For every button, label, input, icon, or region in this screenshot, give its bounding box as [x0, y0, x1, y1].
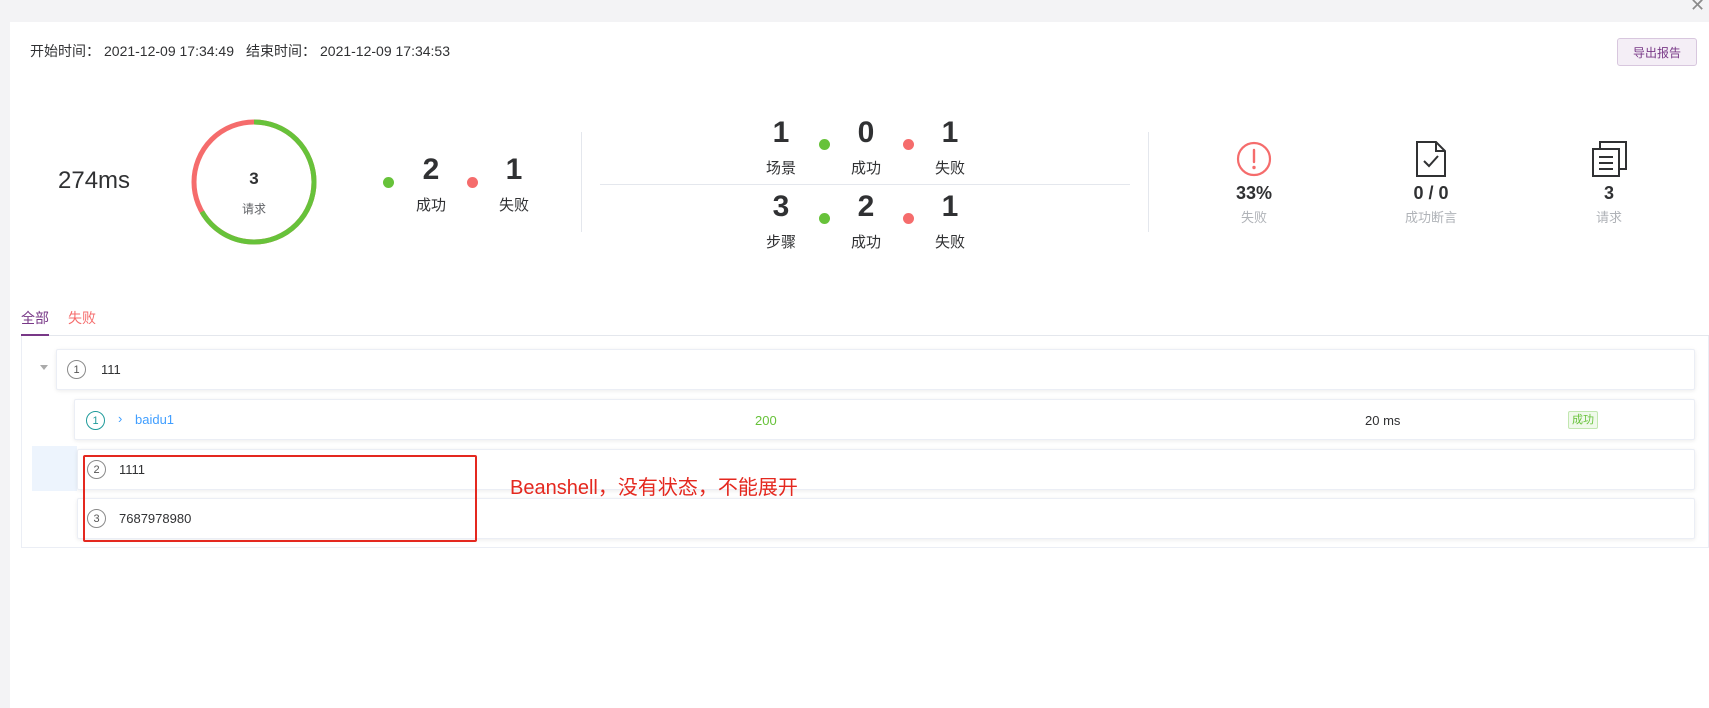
divider-left	[581, 132, 582, 232]
annotation-highlight-box	[83, 455, 477, 542]
fail-rate-label: 失败	[1240, 210, 1267, 225]
copy-list-icon	[1592, 141, 1627, 177]
step-index-badge: 1	[86, 411, 105, 430]
response-time: 20 ms	[1365, 413, 1401, 428]
assertion-label: 成功断言	[1404, 210, 1457, 225]
fail-dot	[467, 177, 478, 188]
scenario-name: 111	[101, 362, 121, 377]
request-success-label: 成功	[415, 197, 446, 214]
request-fail-count: 1	[505, 153, 523, 186]
step-success-label: 成功	[850, 234, 881, 251]
tab-fail[interactable]: 失败	[68, 308, 96, 328]
scene-fail-count: 1	[941, 116, 959, 149]
scene-success-label: 成功	[850, 160, 881, 177]
scene-count: 1	[772, 116, 790, 149]
scene-success-dot	[819, 139, 830, 150]
tab-all[interactable]: 全部	[21, 308, 49, 328]
total-duration: 274ms	[58, 167, 131, 194]
assertion-value: 0 / 0	[1413, 183, 1449, 203]
row-hover-highlight	[32, 446, 77, 491]
request-fail-label: 失败	[498, 197, 529, 214]
expand-caret-icon[interactable]	[40, 365, 48, 370]
step-success-count: 2	[857, 190, 875, 223]
step-fail-dot	[903, 213, 914, 224]
close-icon[interactable]: ✕	[1690, 0, 1705, 14]
scene-fail-label: 失败	[934, 160, 965, 177]
end-time: 2021-12-09 17:34:53	[320, 43, 450, 59]
export-report-button[interactable]: 导出报告	[1617, 38, 1697, 66]
scenario-row[interactable]: 1 111	[56, 349, 1695, 390]
stats-divider	[600, 184, 1130, 185]
request-metric-label: 请求	[1595, 210, 1622, 225]
request-success-count: 2	[422, 153, 440, 186]
chevron-right-icon[interactable]: ›	[118, 411, 122, 426]
divider-right	[1148, 132, 1149, 232]
scene-fail-dot	[903, 139, 914, 150]
scenario-index-badge: 1	[67, 360, 86, 379]
scene-success-count: 0	[857, 116, 875, 149]
request-metric-value: 3	[1603, 183, 1614, 203]
alert-circle-icon	[1236, 141, 1272, 177]
time-range: 开始时间： 2021-12-09 17:34:49 结束时间： 2021-12-09 …	[30, 41, 454, 61]
fail-rate-value: 33%	[1235, 183, 1273, 203]
end-time-label: 结束时间：	[246, 43, 316, 59]
step-row-request[interactable]: 1 › baidu1 200 20 ms 成功	[74, 399, 1695, 440]
step-fail-label: 失败	[934, 234, 965, 251]
document-check-icon	[1416, 141, 1446, 177]
ring-request-label: 请求	[241, 202, 266, 216]
step-label: 步骤	[765, 234, 796, 251]
step-fail-count: 1	[941, 190, 959, 223]
status-code: 200	[755, 413, 777, 428]
step-count: 3	[772, 190, 790, 223]
step-success-dot	[819, 213, 830, 224]
ring-request-count: 3	[249, 169, 259, 188]
step-name-link[interactable]: baidu1	[135, 412, 174, 427]
start-time: 2021-12-09 17:34:49	[104, 43, 234, 59]
scene-label: 场景	[765, 160, 796, 177]
status-badge: 成功	[1568, 411, 1598, 429]
start-time-label: 开始时间：	[30, 43, 100, 59]
success-dot	[383, 177, 394, 188]
annotation-text: Beanshell，没有状态，不能展开	[510, 477, 798, 499]
